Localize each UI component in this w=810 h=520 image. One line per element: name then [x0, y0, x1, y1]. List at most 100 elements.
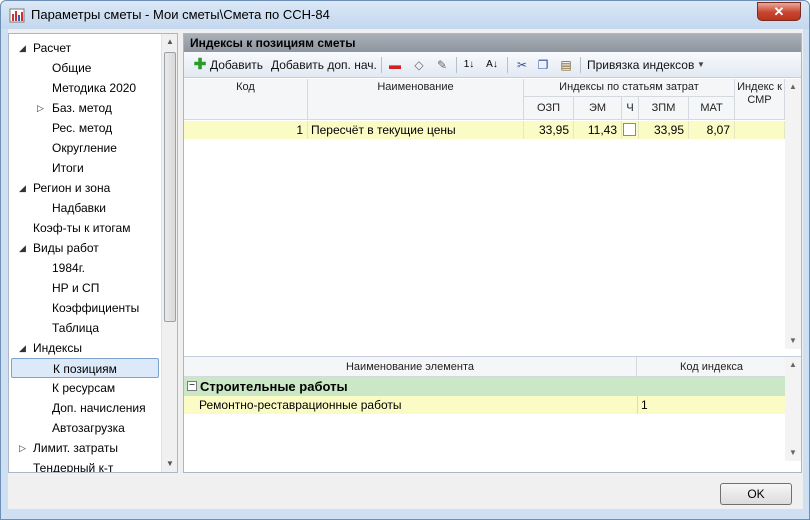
tree-item-label: НР и СП: [52, 281, 100, 295]
tree-item[interactable]: ◢ Индексы: [9, 338, 161, 358]
add-icon[interactable]: ✚: [192, 57, 208, 73]
header-zpm[interactable]: ЗПМ: [639, 97, 689, 120]
tree-item[interactable]: ▷ Баз. метод: [9, 98, 161, 118]
header-ozp[interactable]: ОЗП: [524, 97, 574, 120]
tree-item-label: К позициям: [53, 362, 117, 376]
row-zpm[interactable]: 33,95: [639, 121, 689, 139]
scroll-down-icon[interactable]: ▼: [785, 333, 801, 349]
copy-icon[interactable]: ❐: [535, 57, 551, 73]
header-element-name[interactable]: Наименование элемента: [184, 357, 637, 377]
row-ozp[interactable]: 33,95: [524, 121, 574, 139]
tree-item[interactable]: Рес. метод: [9, 118, 161, 138]
tree-item-label: 1984г.: [52, 261, 85, 275]
collapse-arrow-icon[interactable]: ◢: [19, 178, 26, 198]
close-button[interactable]: ✕: [757, 2, 801, 21]
tree-item-label: Доп. начисления: [52, 401, 146, 415]
header-code[interactable]: Код: [184, 79, 308, 120]
scroll-up-icon[interactable]: ▲: [785, 357, 801, 373]
eraser-icon[interactable]: ◇: [411, 57, 427, 73]
window-title: Параметры сметы - Мои сметы\Смета по ССН…: [31, 7, 330, 22]
tree-item-label: Методика 2020: [52, 81, 137, 95]
header-smr[interactable]: Индекс к СМР: [735, 79, 785, 120]
row-name[interactable]: Пересчёт в текущие цены: [308, 121, 524, 139]
list-item[interactable]: Ремонтно-реставрационные работы 1: [184, 396, 787, 414]
tree-item[interactable]: 1984г.: [9, 258, 161, 278]
row-em[interactable]: 11,43: [574, 121, 622, 139]
tree-item-label: Общие: [52, 61, 92, 75]
sort-alpha-icon[interactable]: A↓: [484, 57, 500, 73]
tree-item[interactable]: ◢ Виды работ: [9, 238, 161, 258]
tree-item-label: Надбавки: [52, 201, 106, 215]
title-bar[interactable]: Параметры сметы - Мои сметы\Смета по ССН…: [1, 1, 809, 29]
cut-icon[interactable]: ✂: [514, 57, 530, 73]
binding-dropdown[interactable]: Привязка индексов: [587, 56, 694, 74]
tree-item[interactable]: ▷ Лимит. затраты: [9, 438, 161, 458]
tree-item[interactable]: Коэффициенты: [9, 298, 161, 318]
tree-item[interactable]: Автозагрузка: [9, 418, 161, 438]
dialog-window: Параметры сметы - Мои сметы\Смета по ССН…: [0, 0, 810, 520]
tree-item[interactable]: Доп. начисления: [9, 398, 161, 418]
expand-arrow-icon[interactable]: ▷: [37, 98, 44, 118]
tree-item[interactable]: Итоги: [9, 158, 161, 178]
tree-item[interactable]: Методика 2020: [9, 78, 161, 98]
elements-grid: Наименование элемента Код индекса − Стро…: [184, 356, 801, 472]
tree-item[interactable]: К позициям: [11, 358, 159, 378]
element-name[interactable]: Ремонтно-реставрационные работы: [199, 396, 402, 414]
row-smr[interactable]: [735, 121, 785, 139]
group-row[interactable]: − Строительные работы: [184, 377, 787, 396]
delete-icon[interactable]: ▬: [387, 57, 403, 73]
tree-item-label: К ресурсам: [52, 381, 116, 395]
indexes-panel: Индексы к позициям сметы ✚ Добавить Доба…: [183, 33, 802, 473]
tree-item[interactable]: Надбавки: [9, 198, 161, 218]
element-code[interactable]: 1: [637, 396, 648, 414]
paste-icon[interactable]: ▤: [558, 57, 574, 73]
scroll-down-icon[interactable]: ▼: [162, 456, 177, 472]
tree-scrollbar[interactable]: ▲ ▼: [161, 34, 177, 472]
chevron-down-icon[interactable]: ▼: [697, 56, 705, 74]
scroll-thumb[interactable]: [164, 52, 176, 322]
collapse-arrow-icon[interactable]: ◢: [19, 238, 26, 258]
expand-arrow-icon[interactable]: ▷: [19, 438, 26, 458]
scroll-down-icon[interactable]: ▼: [785, 445, 801, 461]
clear-filter-icon[interactable]: ✎: [434, 57, 450, 73]
tree-item[interactable]: ◢ Регион и зона: [9, 178, 161, 198]
tree-item[interactable]: К ресурсам: [9, 378, 161, 398]
toolbar-separator: [507, 57, 508, 73]
tree-item[interactable]: Общие: [9, 58, 161, 78]
tree-item[interactable]: Тендерный к-т: [9, 458, 161, 473]
lower-scrollbar[interactable]: ▲ ▼: [785, 357, 801, 461]
row-code[interactable]: 1: [184, 121, 308, 139]
header-ch[interactable]: Ч: [622, 97, 639, 120]
tree-item[interactable]: НР и СП: [9, 278, 161, 298]
ch-checkbox[interactable]: [623, 123, 636, 136]
header-index-code[interactable]: Код индекса: [637, 357, 787, 377]
tree-item-label: Индексы: [33, 341, 82, 355]
tree-item[interactable]: Таблица: [9, 318, 161, 338]
collapse-arrow-icon[interactable]: ◢: [19, 38, 26, 58]
ok-button[interactable]: OK: [720, 483, 792, 505]
tree-item-label: Виды работ: [33, 241, 99, 255]
toolbar: ✚ Добавить Добавить доп. нач. ▬ ◇ ✎ 1↓ A…: [184, 52, 801, 78]
toolbar-separator: [456, 57, 457, 73]
tree-item-label: Тендерный к-т: [33, 461, 114, 473]
header-em[interactable]: ЭМ: [574, 97, 622, 120]
header-mat[interactable]: МАТ: [689, 97, 735, 120]
tree-item[interactable]: ◢ Расчет: [9, 38, 161, 58]
row-mat[interactable]: 8,07: [689, 121, 735, 139]
grid-scrollbar[interactable]: ▲ ▼: [785, 79, 801, 349]
add-button[interactable]: Добавить: [210, 56, 263, 74]
table-row[interactable]: 1 Пересчёт в текущие цены 33,95 11,43 33…: [184, 121, 785, 139]
header-name[interactable]: Наименование: [308, 79, 524, 120]
tree-item-label: Автозагрузка: [52, 421, 125, 435]
tree-item-label: Расчет: [33, 41, 72, 55]
tree-item-label: Коэффициенты: [52, 301, 140, 315]
row-ch-cell[interactable]: [622, 121, 639, 139]
tree-item[interactable]: Округление: [9, 138, 161, 158]
collapse-icon[interactable]: −: [187, 381, 197, 391]
collapse-arrow-icon[interactable]: ◢: [19, 338, 26, 358]
add-extra-button[interactable]: Добавить доп. нач.: [271, 56, 377, 74]
sort-numeric-icon[interactable]: 1↓: [461, 57, 477, 73]
tree-item[interactable]: Коэф-ты к итогам: [9, 218, 161, 238]
scroll-up-icon[interactable]: ▲: [162, 34, 177, 50]
scroll-up-icon[interactable]: ▲: [785, 79, 801, 95]
